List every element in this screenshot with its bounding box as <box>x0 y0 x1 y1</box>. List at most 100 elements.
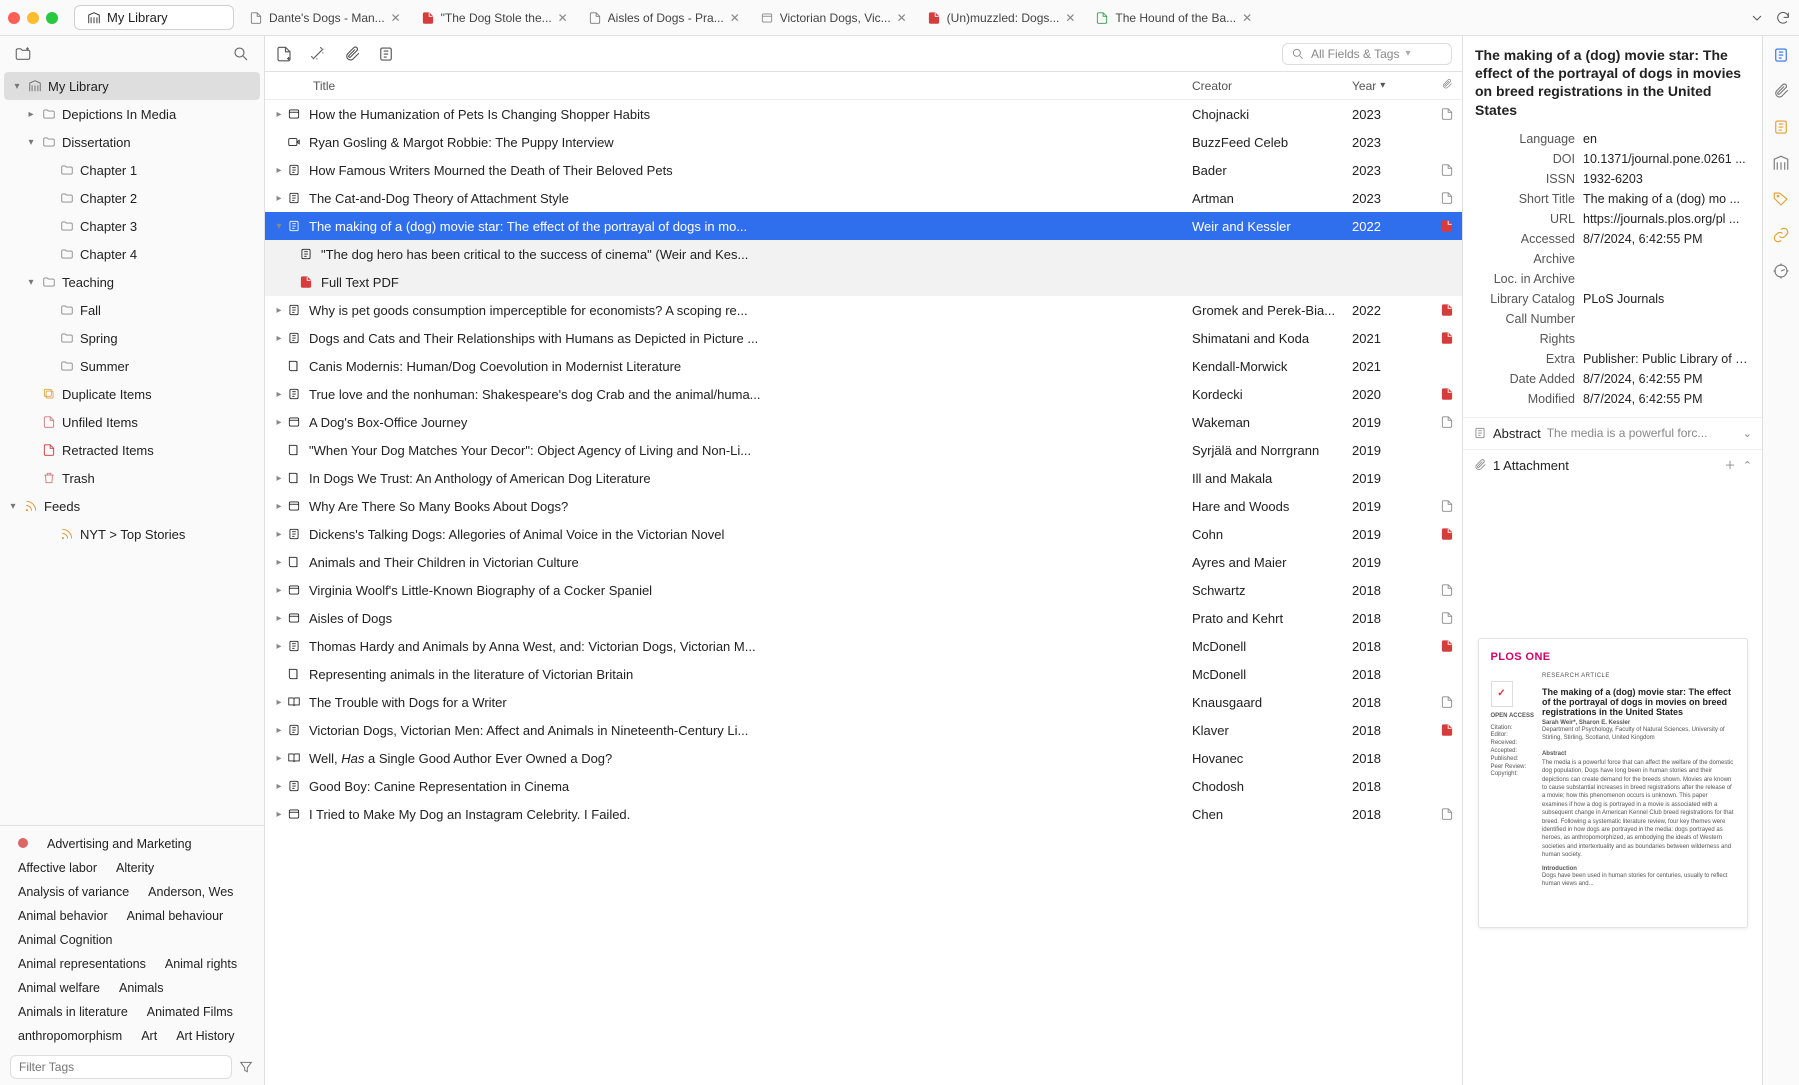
disclosure-icon[interactable]: ▸ <box>271 529 287 540</box>
item-row[interactable]: ▸ How Famous Writers Mourned the Death o… <box>265 156 1462 184</box>
item-row[interactable]: ▸ Animals and Their Children in Victoria… <box>265 548 1462 576</box>
item-row[interactable]: ▸ Well, Has a Single Good Author Ever Ow… <box>265 744 1462 772</box>
item-child-row[interactable]: "The dog hero has been critical to the s… <box>265 240 1462 268</box>
metadata-row[interactable]: URLhttps://journals.plos.org/pl ... <box>1463 209 1754 229</box>
column-year[interactable]: Year ▾ <box>1352 79 1432 93</box>
metadata-row[interactable]: Short TitleThe making of a (dog) mo ... <box>1463 189 1754 209</box>
item-row[interactable]: ▸ The Trouble with Dogs for a Writer Kna… <box>265 688 1462 716</box>
tag-chip[interactable]: Animals <box>111 978 171 998</box>
metadata-row[interactable]: Languageen <box>1463 129 1754 149</box>
tag-chip[interactable]: Art <box>133 1026 165 1046</box>
tag-chip[interactable]: Animal behaviour <box>119 906 232 926</box>
item-row[interactable]: ▸ I Tried to Make My Dog an Instagram Ce… <box>265 800 1462 828</box>
column-title[interactable]: Title <box>265 79 1192 93</box>
disclosure-icon[interactable]: ▸ <box>271 193 287 204</box>
search-collections-icon[interactable] <box>232 45 250 63</box>
item-child-row[interactable]: Full Text PDF <box>265 268 1462 296</box>
close-tab-icon[interactable]: ✕ <box>730 11 742 25</box>
metadata-row[interactable]: Rights <box>1463 329 1754 349</box>
item-row[interactable]: ▸ Victorian Dogs, Victorian Men: Affect … <box>265 716 1462 744</box>
meta-value[interactable]: 10.1371/journal.pone.0261 ... <box>1583 152 1754 166</box>
document-tab[interactable]: "The Dog Stole the...✕ <box>413 7 578 29</box>
disclosure-icon[interactable]: ▸ <box>271 333 287 344</box>
disclosure-icon[interactable]: ▸ <box>271 585 287 596</box>
tag-chip[interactable]: Animal welfare <box>10 978 108 998</box>
tree-collection[interactable]: ▾Dissertation <box>0 128 264 156</box>
disclosure-icon[interactable]: ▸ <box>271 305 287 316</box>
disclosure-icon[interactable]: ▸ <box>271 725 287 736</box>
column-headers[interactable]: Title Creator Year ▾ <box>265 72 1462 100</box>
meta-value[interactable] <box>1583 272 1754 286</box>
item-row[interactable]: Ryan Gosling & Margot Robbie: The Puppy … <box>265 128 1462 156</box>
metadata-row[interactable]: ISSN1932-6203 <box>1463 169 1754 189</box>
item-row[interactable]: ▸ Aisles of Dogs Prato and Kehrt 2018 <box>265 604 1462 632</box>
meta-value[interactable] <box>1583 332 1754 346</box>
add-attachment-icon[interactable] <box>343 45 361 63</box>
tags-tab-icon[interactable] <box>1772 190 1790 208</box>
item-row[interactable]: ▸ The Cat-and-Dog Theory of Attachment S… <box>265 184 1462 212</box>
filter-tags-input[interactable] <box>10 1055 232 1079</box>
disclosure-icon[interactable]: ▸ <box>271 809 287 820</box>
item-row[interactable]: ▸ In Dogs We Trust: An Anthology of Amer… <box>265 464 1462 492</box>
tag-chip[interactable]: Affective labor <box>10 858 105 878</box>
metadata-row[interactable]: DOI10.1371/journal.pone.0261 ... <box>1463 149 1754 169</box>
tag-color-swatch[interactable] <box>10 834 36 854</box>
disclosure-icon[interactable]: ▸ <box>271 473 287 484</box>
libraries-tab-icon[interactable] <box>1772 154 1790 172</box>
zoom-window[interactable] <box>46 12 58 24</box>
tag-chip[interactable]: Arts & Science <box>10 1050 108 1051</box>
metadata-row[interactable]: Modified8/7/2024, 6:42:55 PM <box>1463 389 1754 409</box>
wand-icon[interactable] <box>309 45 327 63</box>
document-tab[interactable]: Aisles of Dogs - Pra...✕ <box>580 7 750 29</box>
feed-item[interactable]: NYT > Top Stories <box>0 520 264 548</box>
disclosure-icon[interactable]: ▸ <box>271 641 287 652</box>
tag-chip[interactable]: Art History <box>168 1026 242 1046</box>
document-tab[interactable]: The Hound of the Ba...✕ <box>1087 7 1262 29</box>
meta-value[interactable]: The making of a (dog) mo ... <box>1583 192 1754 206</box>
meta-value[interactable]: 8/7/2024, 6:42:55 PM <box>1583 232 1754 246</box>
column-attachment[interactable] <box>1432 78 1462 93</box>
tree-special[interactable]: Duplicate Items <box>0 380 264 408</box>
tag-chip[interactable]: Anderson, Wes <box>140 882 241 902</box>
metadata-row[interactable]: Date Added8/7/2024, 6:42:55 PM <box>1463 369 1754 389</box>
disclosure-icon[interactable]: ▾ <box>271 221 287 232</box>
tree-collection[interactable]: Spring <box>0 324 264 352</box>
metadata-row[interactable]: Accessed8/7/2024, 6:42:55 PM <box>1463 229 1754 249</box>
item-row[interactable]: ▸ Why Are There So Many Books About Dogs… <box>265 492 1462 520</box>
tag-chip[interactable]: Animal rights <box>157 954 245 974</box>
locate-tab-icon[interactable] <box>1772 262 1790 280</box>
abstract-section[interactable]: Abstract The media is a powerful forc...… <box>1463 417 1762 449</box>
item-row[interactable]: ▾ The making of a (dog) movie star: The … <box>265 212 1462 240</box>
meta-value[interactable]: https://journals.plos.org/pl ... <box>1583 212 1754 226</box>
tag-chip[interactable]: anthropomorphism <box>10 1026 130 1046</box>
meta-value[interactable]: PLoS Journals <box>1583 292 1754 306</box>
feeds-root[interactable]: ▾Feeds <box>0 492 264 520</box>
meta-value[interactable]: 8/7/2024, 6:42:55 PM <box>1583 392 1754 406</box>
document-tab[interactable]: (Un)muzzled: Dogs...✕ <box>919 7 1086 29</box>
tree-special[interactable]: Trash <box>0 464 264 492</box>
related-tab-icon[interactable] <box>1772 226 1790 244</box>
disclosure-icon[interactable]: ▸ <box>271 109 287 120</box>
tag-chip[interactable]: Assemblage <box>111 1050 196 1051</box>
disclosure-icon[interactable]: ▾ <box>26 277 36 288</box>
metadata-row[interactable]: Archive <box>1463 249 1754 269</box>
meta-value[interactable] <box>1583 252 1754 266</box>
attachment-preview[interactable]: PLOS ONE ✓ OPEN ACCESS Citation: Editor:… <box>1463 481 1762 1085</box>
disclosure-icon[interactable]: ▸ <box>271 417 287 428</box>
attachments-tab-icon[interactable] <box>1772 82 1790 100</box>
disclosure-icon[interactable]: ▸ <box>271 165 287 176</box>
attachments-section[interactable]: 1 Attachment ⌃ <box>1463 449 1762 481</box>
metadata-row[interactable]: Loc. in Archive <box>1463 269 1754 289</box>
item-row[interactable]: ▸ True love and the nonhuman: Shakespear… <box>265 380 1462 408</box>
sync-icon[interactable] <box>1775 10 1791 26</box>
disclosure-icon[interactable]: ▸ <box>271 501 287 512</box>
item-row[interactable]: ▸ Dickens's Talking Dogs: Allegories of … <box>265 520 1462 548</box>
tag-chip[interactable]: Alterity <box>108 858 162 878</box>
notes-tab-icon[interactable] <box>1772 118 1790 136</box>
meta-value[interactable]: en <box>1583 132 1754 146</box>
metadata-row[interactable]: ExtraPublisher: Public Library of Scienc… <box>1463 349 1754 369</box>
item-row[interactable]: "When Your Dog Matches Your Decor": Obje… <box>265 436 1462 464</box>
metadata-row[interactable]: Call Number <box>1463 309 1754 329</box>
add-attachment-icon[interactable] <box>1723 458 1737 472</box>
tree-collection[interactable]: Chapter 3 <box>0 212 264 240</box>
